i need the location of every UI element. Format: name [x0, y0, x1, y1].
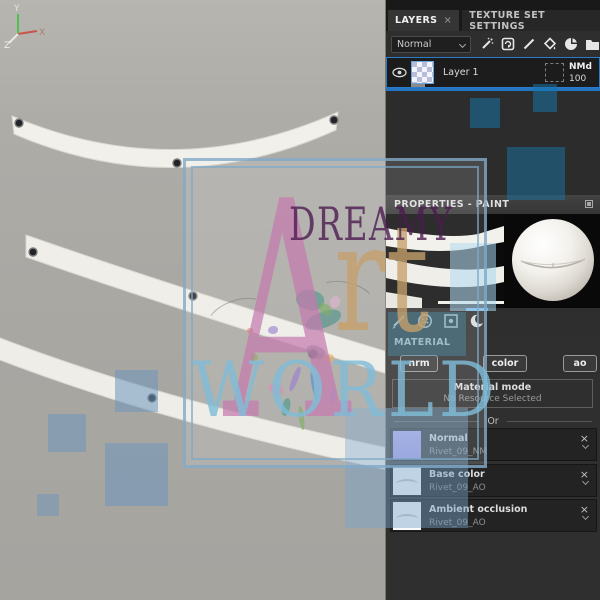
layer-channels: NMd	[569, 61, 599, 73]
visibility-eye-icon[interactable]	[392, 67, 407, 78]
tab-close-icon[interactable]: ×	[443, 15, 452, 26]
resource-row-ambient-occlusion[interactable]: Ambient occlusion Rivet_09_AO ×	[390, 499, 597, 532]
tab-tss-label: TEXTURE SET SETTINGS	[469, 10, 593, 32]
axis-z-label: Z	[4, 41, 10, 51]
tab-layers[interactable]: LAYERS ×	[388, 10, 459, 31]
tab-brush[interactable]	[386, 308, 412, 334]
blend-mode-dropdown[interactable]: Normal	[391, 36, 471, 53]
sphere-render	[512, 219, 594, 301]
resource-title: Normal	[429, 433, 468, 444]
fill-bucket-icon[interactable]	[543, 37, 557, 51]
resource-title: Base color	[429, 469, 485, 480]
resource-row-normal[interactable]: Normal Rivet_09_NM ×	[390, 428, 597, 461]
material-mode-subtitle: No Resource Selected	[393, 394, 592, 404]
smart-material-icon[interactable]	[501, 37, 515, 51]
brush-icon[interactable]	[522, 37, 536, 51]
collapse-panel-icon[interactable]	[585, 200, 593, 208]
base-color-swatch[interactable]	[393, 467, 421, 495]
tab-material[interactable]	[464, 308, 490, 334]
chevron-down-icon	[459, 40, 466, 47]
chevron-down-icon[interactable]	[583, 504, 588, 523]
ao-swatch[interactable]	[393, 502, 421, 530]
or-label: Or	[487, 416, 498, 427]
resource-file: Rivet_09_AO	[429, 518, 486, 528]
material-preview-plane[interactable]	[386, 214, 504, 308]
material-mode-title: Material mode	[393, 382, 592, 393]
material-preview-sphere[interactable]	[504, 214, 600, 308]
layer-stack-empty[interactable]	[386, 91, 600, 195]
resource-file: Rivet_09_AO	[429, 483, 486, 493]
resource-file: Rivet_09_NM	[429, 447, 487, 457]
layer-opacity: 100	[569, 73, 599, 85]
paint-tool-tabs	[386, 308, 600, 334]
rivet-strips-graphic	[0, 0, 386, 600]
tab-stencil[interactable]	[438, 308, 464, 334]
channel-button-ao[interactable]: ao	[563, 355, 597, 372]
layer-name: Layer 1	[443, 67, 479, 78]
axis-y-label: Y	[13, 4, 20, 14]
thumb-underline	[411, 84, 425, 87]
effects-pie-icon[interactable]	[564, 37, 578, 51]
axis-x-label: X	[39, 28, 45, 38]
tab-layers-label: LAYERS	[395, 15, 437, 26]
axis-gizmo: Y X Z	[0, 0, 46, 54]
layers-toolbar: Normal	[386, 31, 600, 57]
folder-icon[interactable]	[585, 38, 600, 51]
or-divider: Or	[386, 415, 600, 427]
channel-button-color[interactable]: color	[483, 355, 527, 372]
panel-tab-bar: LAYERS × TEXTURE SET SETTINGS	[386, 10, 600, 31]
material-preview-area	[386, 214, 600, 308]
resource-row-base-color[interactable]: Base color Rivet_09_AO ×	[390, 464, 597, 497]
resource-title: Ambient occlusion	[429, 504, 527, 515]
tab-texture-set-settings[interactable]: TEXTURE SET SETTINGS	[462, 10, 600, 31]
layer-thumbnail[interactable]	[411, 61, 434, 84]
panel-top-strip	[386, 0, 600, 10]
app-window: Y X Z LAYERS × TEXTURE SET SETTINGS Norm…	[0, 0, 600, 600]
material-section-header: MATERIAL	[394, 337, 451, 348]
properties-paint-title: PROPERTIES - PAINT	[394, 199, 509, 210]
material-mode-box[interactable]: Material mode No Resource Selected	[392, 379, 593, 408]
properties-paint-header: PROPERTIES - PAINT	[386, 195, 600, 214]
chevron-down-icon[interactable]	[583, 433, 588, 452]
normal-swatch[interactable]	[393, 431, 421, 459]
tab-alpha[interactable]	[412, 308, 438, 334]
channel-button-nrm[interactable]: nrm	[400, 355, 438, 372]
magic-wand-icon[interactable]	[480, 37, 494, 51]
viewport-3d[interactable]: Y X Z	[0, 0, 386, 600]
chevron-down-icon[interactable]	[583, 469, 588, 488]
dock-panel: LAYERS × TEXTURE SET SETTINGS Normal	[385, 0, 600, 600]
blend-mode-value: Normal	[397, 39, 431, 50]
mask-placeholder-icon[interactable]	[545, 63, 564, 82]
